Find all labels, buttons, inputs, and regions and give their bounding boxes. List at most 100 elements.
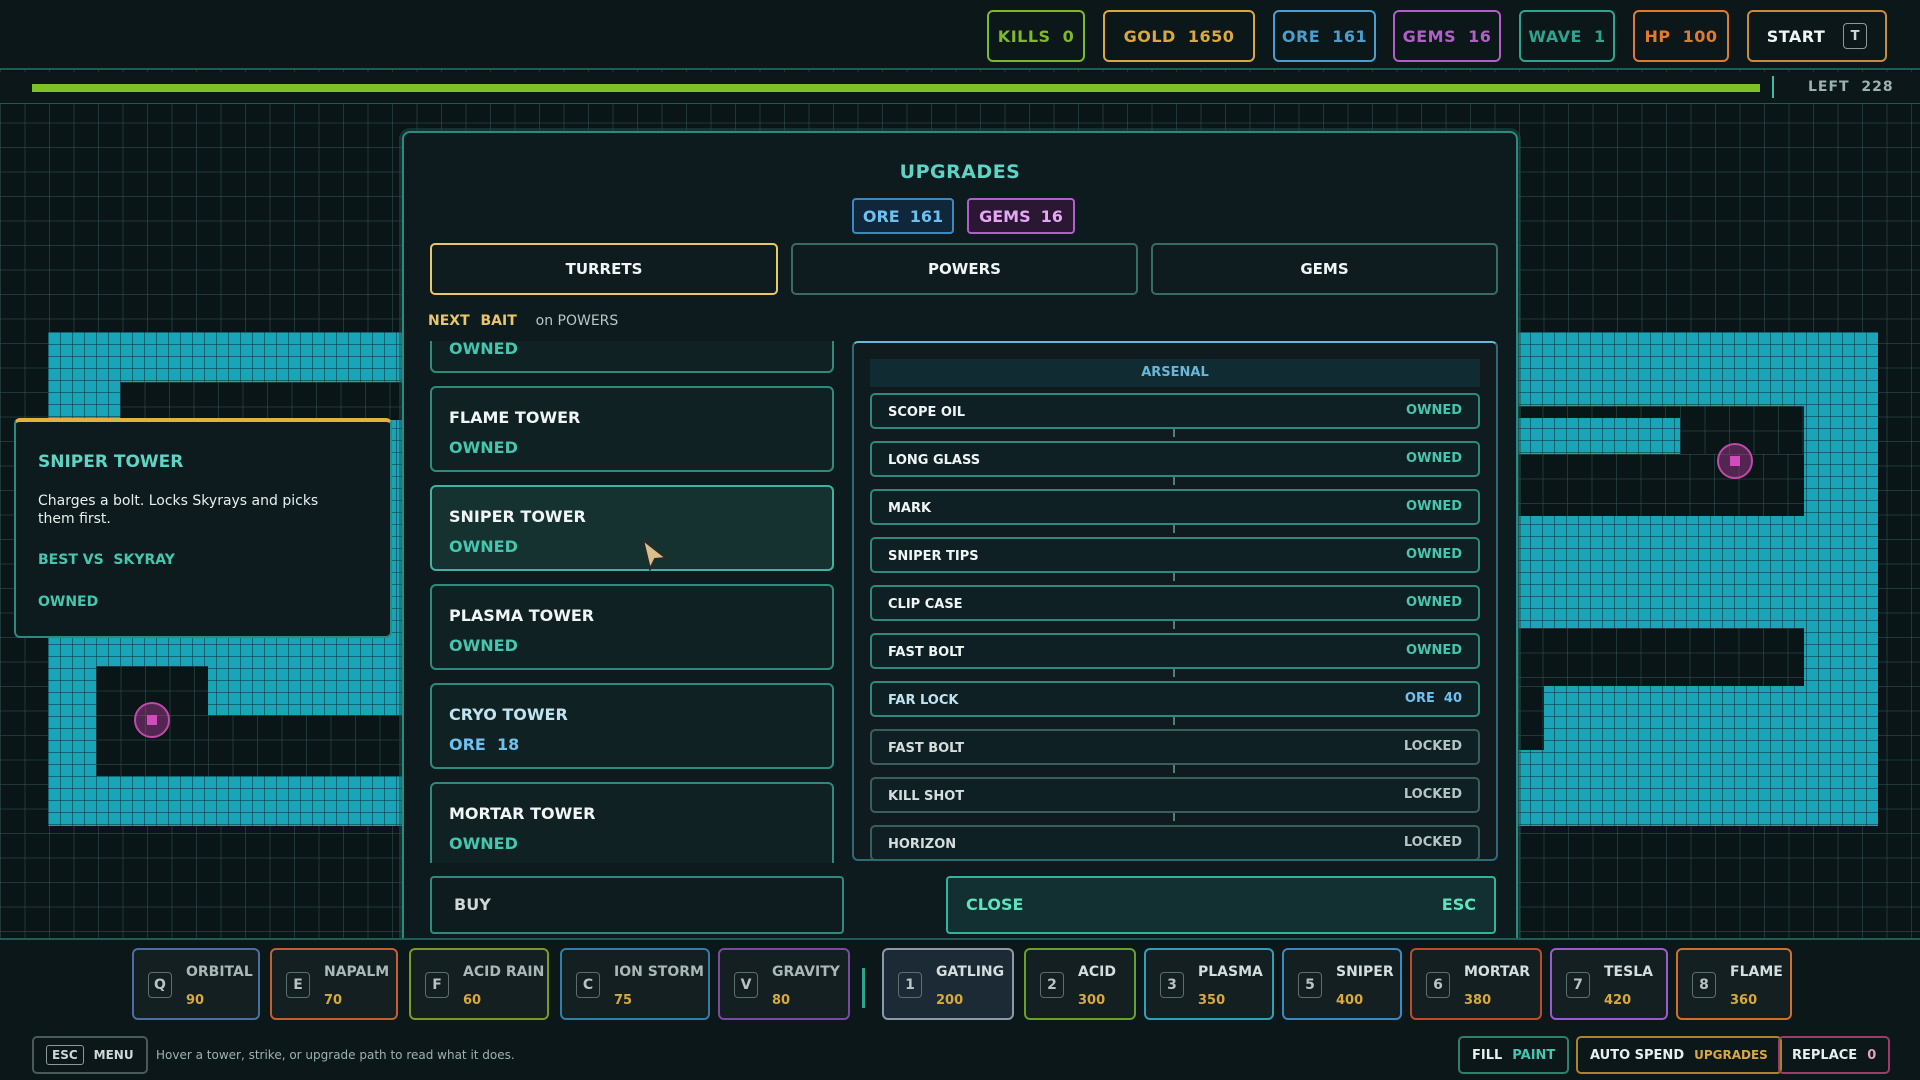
hp-value: 100 bbox=[1682, 26, 1718, 46]
tooltip-title: SNIPER TOWER bbox=[38, 452, 184, 472]
turret-list[interactable]: OWNED FLAME TOWER OWNED SNIPER TOWER OWN… bbox=[404, 341, 844, 863]
tab-gems[interactable]: GEMS bbox=[1151, 243, 1498, 295]
arsenal-row-name: FAR LOCK bbox=[888, 693, 959, 708]
arsenal-row[interactable]: FAST BOLT LOCKED bbox=[870, 729, 1480, 765]
next-bait-hint: NEXT BAIT on POWERS bbox=[428, 313, 618, 329]
turret-name: MORTAR TOWER bbox=[449, 804, 596, 823]
tooltip-best: BEST VS SKYRAY bbox=[38, 552, 175, 568]
tab-turrets[interactable]: TURRETS bbox=[430, 243, 778, 295]
tower-cost: 380 bbox=[1464, 993, 1492, 1008]
tower-cost: 400 bbox=[1336, 993, 1364, 1008]
turret-card-plasma[interactable]: PLASMA TOWER OWNED bbox=[430, 584, 834, 670]
best-value: SKYRAY bbox=[113, 552, 175, 568]
auto-spend-toggle[interactable]: AUTO SPEND UPGRADES bbox=[1576, 1036, 1782, 1074]
tab-powers[interactable]: POWERS bbox=[791, 243, 1138, 295]
tower-build-button[interactable]: 3 PLASMA 350 bbox=[1144, 948, 1274, 1020]
mouse-cursor-icon bbox=[641, 538, 669, 572]
arsenal-row-name: KILL SHOT bbox=[888, 789, 965, 804]
arsenal-row[interactable]: FAST BOLT OWNED bbox=[870, 633, 1480, 669]
tower-build-button[interactable]: 7 TESLA 420 bbox=[1550, 948, 1668, 1020]
ability-hotkey: F bbox=[425, 972, 449, 998]
ability-button[interactable]: F ACID RAIN 60 bbox=[409, 948, 549, 1020]
tower-build-button[interactable]: 1 GATLING 200 bbox=[882, 948, 1014, 1020]
arsenal-connector bbox=[1173, 669, 1175, 677]
arsenal-row[interactable]: HORIZON LOCKED bbox=[870, 825, 1480, 859]
wave-value: 1 bbox=[1593, 26, 1606, 46]
tower-name: GATLING bbox=[936, 964, 1005, 980]
wave-progress: LEFT 228 bbox=[0, 72, 1920, 104]
replace-toggle[interactable]: REPLACE 0 bbox=[1778, 1036, 1891, 1074]
ability-button[interactable]: E NAPALM 70 bbox=[270, 948, 398, 1020]
arsenal-connector bbox=[1173, 621, 1175, 629]
arsenal-row-status: OWNED bbox=[1406, 595, 1462, 610]
tower-cost: 420 bbox=[1604, 993, 1632, 1008]
ability-cost: 75 bbox=[614, 993, 633, 1008]
turret-card[interactable]: OWNED bbox=[430, 341, 834, 373]
wave-stat: WAVE 1 bbox=[1519, 10, 1615, 62]
start-button[interactable]: START T bbox=[1747, 10, 1887, 62]
bait-label: BAIT bbox=[480, 313, 517, 329]
arsenal-row[interactable]: FAR LOCK ORE 40 bbox=[870, 681, 1480, 717]
turret-card-sniper[interactable]: SNIPER TOWER OWNED bbox=[430, 485, 834, 571]
tower-build-button[interactable]: 8 FLAME 360 bbox=[1676, 948, 1792, 1020]
turret-card-cryo[interactable]: CRYO TOWER ORE 18 bbox=[430, 683, 834, 769]
tower-cost: 300 bbox=[1078, 993, 1106, 1008]
tower-hotkey: 3 bbox=[1160, 972, 1184, 998]
arsenal-row-name: CLIP CASE bbox=[888, 597, 963, 612]
turret-cost: ORE 18 bbox=[449, 735, 520, 754]
arsenal-row-status: OWNED bbox=[1406, 643, 1462, 658]
kills-value: 0 bbox=[1062, 26, 1075, 46]
arsenal-row[interactable]: SCOPE OIL OWNED bbox=[870, 393, 1480, 429]
spawn-node-left[interactable] bbox=[134, 702, 170, 738]
menu-button[interactable]: ESC MENU bbox=[32, 1036, 148, 1074]
close-key: ESC bbox=[1441, 895, 1476, 914]
spawn-node-right[interactable] bbox=[1717, 443, 1753, 479]
close-button[interactable]: CLOSE ESC bbox=[946, 876, 1496, 934]
arsenal-row[interactable]: LONG GLASS OWNED bbox=[870, 441, 1480, 477]
turret-card-flame[interactable]: FLAME TOWER OWNED bbox=[430, 386, 834, 472]
tower-name: MORTAR bbox=[1464, 964, 1531, 980]
arsenal-row-name: SCOPE OIL bbox=[888, 405, 966, 420]
turret-status: OWNED bbox=[449, 438, 518, 457]
turret-card-mortar[interactable]: MORTAR TOWER OWNED bbox=[430, 782, 834, 863]
replace-label: REPLACE bbox=[1792, 1047, 1858, 1063]
tower-build-button[interactable]: 5 SNIPER 400 bbox=[1282, 948, 1402, 1020]
buy-button[interactable]: BUY bbox=[430, 876, 844, 934]
arsenal-connector bbox=[1173, 429, 1175, 437]
hp-label: HP bbox=[1644, 26, 1671, 46]
gems-label: GEMS bbox=[1402, 26, 1457, 46]
ore-stat: ORE 161 bbox=[1273, 10, 1376, 62]
arsenal-row[interactable]: CLIP CASE OWNED bbox=[870, 585, 1480, 621]
arsenal-connector bbox=[1173, 525, 1175, 533]
turret-status: OWNED bbox=[449, 537, 518, 556]
modal-title: UPGRADES bbox=[899, 161, 1021, 183]
ability-button[interactable]: C ION STORM 75 bbox=[560, 948, 710, 1020]
gems-stat: GEMS 16 bbox=[1393, 10, 1501, 62]
hint-text: Hover a tower, strike, or upgrade path t… bbox=[156, 1048, 515, 1062]
fill-paint-toggle[interactable]: FILL PAINT bbox=[1458, 1036, 1570, 1074]
tower-build-button[interactable]: 2 ACID 300 bbox=[1024, 948, 1136, 1020]
arsenal-row[interactable]: MARK OWNED bbox=[870, 489, 1480, 525]
ability-button[interactable]: Q ORBITAL 90 bbox=[132, 948, 260, 1020]
tower-hotkey: 2 bbox=[1040, 972, 1064, 998]
bait-on: on POWERS bbox=[535, 313, 619, 329]
left-label: LEFT bbox=[1808, 79, 1850, 95]
tower-build-button[interactable]: 6 MORTAR 380 bbox=[1410, 948, 1542, 1020]
upgrades-modal: UPGRADES ORE 161 GEMS 16 TURRETS POWERS GE… bbox=[402, 131, 1518, 949]
tower-tooltip: SNIPER TOWER Charges a bolt. Locks Skyra… bbox=[14, 418, 392, 638]
tower-cost: 200 bbox=[936, 993, 964, 1008]
arsenal-connector bbox=[1173, 477, 1175, 485]
tower-name: SNIPER bbox=[1336, 964, 1394, 980]
ability-hotkey: V bbox=[734, 972, 758, 998]
arsenal-row-name: FAST BOLT bbox=[888, 645, 965, 660]
gems-value: 16 bbox=[1468, 26, 1492, 46]
turret-name: CRYO TOWER bbox=[449, 705, 568, 724]
auto-value: UPGRADES bbox=[1694, 1048, 1768, 1062]
modal-gems-value: 16 bbox=[1040, 206, 1063, 226]
arsenal-row-status: OWNED bbox=[1406, 403, 1462, 418]
arsenal-connector bbox=[1173, 813, 1175, 821]
arsenal-row[interactable]: KILL SHOT LOCKED bbox=[870, 777, 1480, 813]
ability-button[interactable]: V GRAVITY 80 bbox=[718, 948, 850, 1020]
arsenal-row[interactable]: SNIPER TIPS OWNED bbox=[870, 537, 1480, 573]
arsenal-row-status: LOCKED bbox=[1403, 835, 1462, 850]
